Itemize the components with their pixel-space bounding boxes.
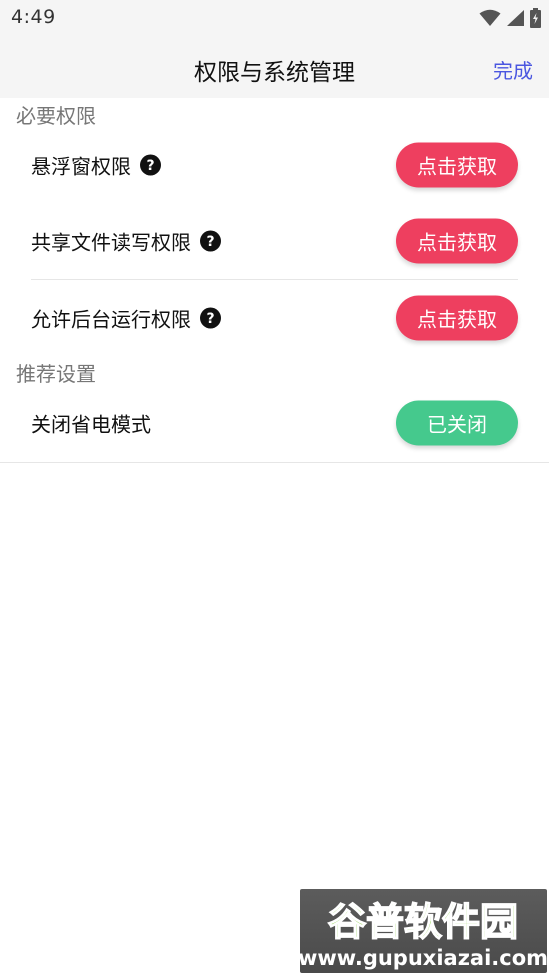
svg-text:?: ? — [206, 311, 214, 327]
status-time: 4:49 — [11, 6, 56, 28]
permissions-screen: 4:49 权限与系统管理 完成 必要权限 悬浮窗权限 ? 点击获取 共享文件读写… — [0, 0, 549, 976]
permission-label: 悬浮窗权限 — [31, 154, 131, 179]
section-header-recommended: 推荐设置 — [16, 362, 96, 386]
permission-row-file-access: 共享文件读写权限 ? 点击获取 — [0, 203, 549, 279]
signal-icon — [507, 10, 524, 26]
section-header-required: 必要权限 — [16, 104, 96, 128]
status-bar: 4:49 — [0, 0, 549, 37]
status-icons — [479, 7, 541, 29]
grant-button[interactable]: 点击获取 — [396, 142, 518, 188]
power-saving-status-button[interactable]: 已关闭 — [396, 400, 518, 446]
permission-label: 允许后台运行权限 — [31, 307, 191, 332]
grant-button[interactable]: 点击获取 — [396, 295, 518, 341]
svg-text:www.gupuxiazai.com: www.gupuxiazai.com — [300, 946, 547, 970]
divider — [0, 462, 549, 463]
svg-text:?: ? — [146, 158, 154, 174]
watermark-logo: 谷普软件园 www.gupuxiazai.com — [298, 889, 548, 973]
help-icon[interactable]: ? — [140, 154, 161, 176]
watermark-graphic: 谷普软件园 www.gupuxiazai.com — [298, 899, 548, 970]
svg-text:谷普软件园: 谷普软件园 — [328, 900, 518, 944]
wifi-icon — [479, 9, 501, 26]
svg-text:?: ? — [206, 234, 214, 250]
grant-button[interactable]: 点击获取 — [396, 218, 518, 264]
setting-label: 关闭省电模式 — [31, 412, 151, 437]
battery-charging-icon — [530, 8, 541, 28]
permission-label: 共享文件读写权限 — [31, 230, 191, 255]
permission-row-floating-window: 悬浮窗权限 ? 点击获取 — [0, 127, 549, 203]
permission-row-background-run: 允许后台运行权限 ? 点击获取 — [0, 280, 549, 356]
help-icon[interactable]: ? — [200, 230, 221, 252]
setting-row-power-saving: 关闭省电模式 已关闭 — [0, 385, 549, 461]
done-button[interactable]: 完成 — [493, 55, 533, 84]
help-icon[interactable]: ? — [200, 307, 221, 329]
app-bar: 权限与系统管理 完成 — [0, 37, 549, 98]
page-title: 权限与系统管理 — [194, 60, 355, 86]
